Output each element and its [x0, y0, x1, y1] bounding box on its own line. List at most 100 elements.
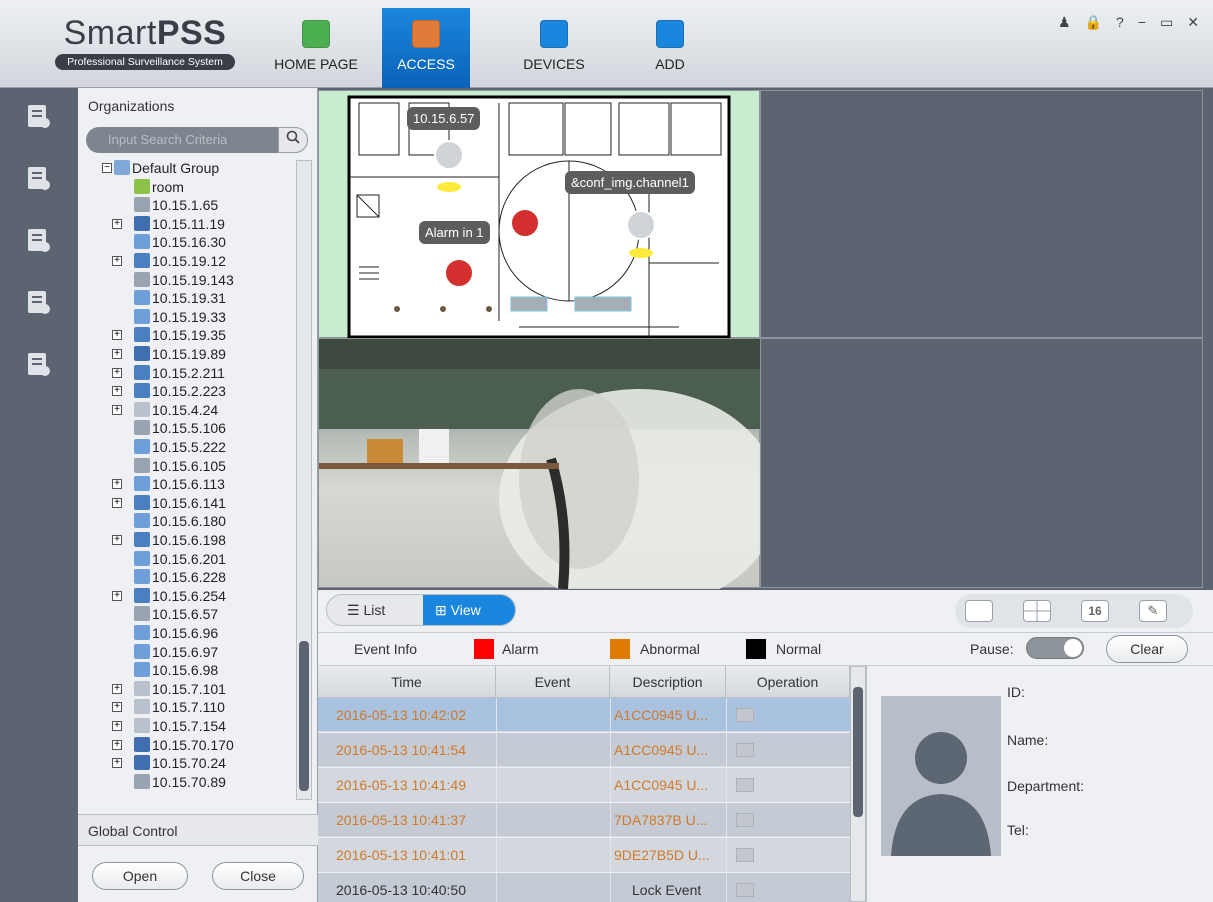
row-description: Lock Event [632, 882, 702, 898]
view-tab[interactable]: ⊞ View [423, 595, 515, 625]
tree-item-label: 10.15.19.89 [152, 346, 226, 362]
nav-label: DEVICES [523, 56, 585, 72]
table-row[interactable]: 2016-05-13 10:41:01 9DE27B5D U... [318, 838, 850, 872]
layout-edit-icon[interactable]: ✎ [1139, 600, 1167, 622]
grid-view-icon: ⊞ [435, 602, 451, 618]
layout-4-icon[interactable] [1023, 600, 1051, 622]
column-header-event[interactable]: Event [496, 666, 610, 698]
expand-toggle-icon[interactable]: + [112, 479, 122, 490]
report-search-icon[interactable] [24, 350, 52, 378]
video-cell-empty-2[interactable] [760, 338, 1203, 588]
tree-item-label: 10.15.70.89 [152, 773, 226, 790]
door-device-icon [134, 569, 150, 585]
expand-toggle-icon[interactable]: + [112, 702, 122, 713]
expand-toggle-icon[interactable]: + [112, 739, 122, 750]
list-tab[interactable]: ☰ List [347, 595, 385, 625]
event-table-scrollbar[interactable] [850, 666, 866, 902]
expand-toggle-icon[interactable]: − [102, 163, 112, 173]
maximize-icon[interactable]: ▭ [1160, 14, 1173, 31]
pause-toggle[interactable] [1026, 637, 1084, 659]
column-header-description[interactable]: Description [610, 666, 726, 698]
tree-scroll-thumb[interactable] [299, 641, 309, 791]
search-icon[interactable] [278, 127, 308, 153]
table-row[interactable]: 2016-05-13 10:41:49 A1CC0945 U... [318, 768, 850, 802]
expand-toggle-icon[interactable]: + [112, 330, 122, 341]
legend-abnormal-label: Abnormal [640, 641, 700, 657]
playback-icon[interactable] [736, 708, 754, 722]
event-panel: Event Info Alarm Abnormal Normal Pause: Cl… [318, 632, 1213, 902]
map-label[interactable]: Alarm in 1 [419, 221, 490, 244]
playback-icon[interactable] [736, 813, 754, 827]
map-label[interactable]: &conf_img.channel1 [565, 171, 695, 194]
video-cell-empty-1[interactable] [760, 90, 1203, 338]
tree-item-label: 10.15.19.143 [152, 271, 234, 288]
list-view-toggle[interactable]: ☰ List ⊞ View [326, 594, 516, 626]
open-button[interactable]: Open [92, 862, 188, 890]
help-icon[interactable]: ? [1116, 14, 1124, 31]
tree-item-label: 10.15.19.35 [152, 327, 226, 344]
minimize-icon[interactable]: − [1138, 14, 1146, 31]
user-icon[interactable]: ♟ [1058, 14, 1071, 31]
expand-toggle-icon[interactable]: + [112, 721, 122, 731]
nav-label: ADD [655, 56, 685, 72]
column-divider [610, 873, 611, 902]
column-header-time[interactable]: Time [318, 666, 496, 698]
column-divider [726, 873, 727, 902]
search-input[interactable]: Input Search Criteria [86, 127, 308, 153]
table-row[interactable]: 2016-05-13 10:40:50 Lock Event [318, 873, 850, 902]
layout-1-icon[interactable] [965, 600, 993, 622]
expand-toggle-icon[interactable]: + [112, 367, 122, 378]
column-divider [610, 838, 611, 872]
tree-scrollbar[interactable] [296, 160, 312, 800]
map-label[interactable]: 10.15.6.57 [407, 107, 481, 130]
tree-item-label: 10.15.4.24 [152, 401, 219, 418]
playback-icon[interactable] [736, 778, 754, 792]
organization-panel: Organizations Input Search Criteria − Def… [78, 88, 318, 902]
playback-icon[interactable] [736, 743, 754, 757]
box-device-icon [134, 718, 150, 733]
table-row[interactable]: 2016-05-13 10:41:37 7DA7837B U... [318, 803, 850, 837]
lock-icon[interactable]: 🔒 [1085, 14, 1102, 31]
event-table-scroll-thumb[interactable] [853, 687, 863, 817]
close-button[interactable]: Close [212, 862, 304, 890]
layout-selector: 16 ✎ [955, 594, 1193, 628]
expand-toggle-icon[interactable]: + [112, 758, 122, 769]
expand-toggle-icon[interactable]: + [112, 404, 122, 415]
table-row[interactable]: 2016-05-13 10:41:54 A1CC0945 U... [318, 733, 850, 767]
nvr-device-icon [134, 736, 150, 752]
nav-add[interactable]: ADD [626, 8, 714, 88]
nav-devices[interactable]: DEVICES [510, 8, 598, 88]
playback-icon[interactable] [736, 848, 754, 862]
device-tree[interactable]: − Default Group room 10.15.1.65 +10.15.11.19… [86, 160, 314, 800]
playback-icon[interactable] [736, 883, 754, 897]
nav-home-page[interactable]: HOME PAGE [272, 8, 360, 88]
expand-toggle-icon[interactable]: + [112, 386, 122, 397]
tree-item-label: 10.15.6.57 [152, 606, 219, 623]
legend-alarm-swatch [474, 639, 494, 659]
box-device-icon [134, 401, 150, 417]
column-header-operation[interactable]: Operation [726, 666, 850, 698]
expand-toggle-icon[interactable]: + [112, 497, 122, 508]
expand-toggle-icon[interactable]: + [112, 349, 122, 359]
view-control-bar: ☰ List ⊞ View 16 ✎ [318, 590, 1213, 632]
close-icon[interactable]: ✕ [1187, 14, 1199, 31]
expand-toggle-icon[interactable]: + [112, 683, 122, 694]
map-view[interactable]: 10.15.6.57 &conf_img.channel1 Alarm in 1 [318, 90, 760, 339]
table-row[interactable]: 2016-05-13 10:42:02 A1CC0945 U... [318, 698, 850, 732]
expand-toggle-icon[interactable]: + [112, 218, 122, 229]
door-access-icon[interactable] [24, 102, 52, 130]
person-key-icon[interactable] [24, 226, 52, 254]
column-divider [726, 698, 727, 732]
live-video-cell[interactable] [318, 338, 761, 589]
clear-button[interactable]: Clear [1106, 635, 1188, 663]
cam-device-icon [134, 606, 150, 622]
attendance-icon[interactable] [24, 164, 52, 192]
expand-toggle-icon[interactable]: + [112, 535, 122, 545]
expand-toggle-icon[interactable]: + [112, 256, 122, 266]
layout-16-icon[interactable]: 16 [1081, 600, 1109, 622]
door-log-icon[interactable] [24, 288, 52, 316]
column-divider [496, 873, 497, 902]
nav-access[interactable]: ACCESS [382, 8, 470, 88]
door-icon [412, 20, 440, 48]
expand-toggle-icon[interactable]: + [112, 590, 122, 601]
